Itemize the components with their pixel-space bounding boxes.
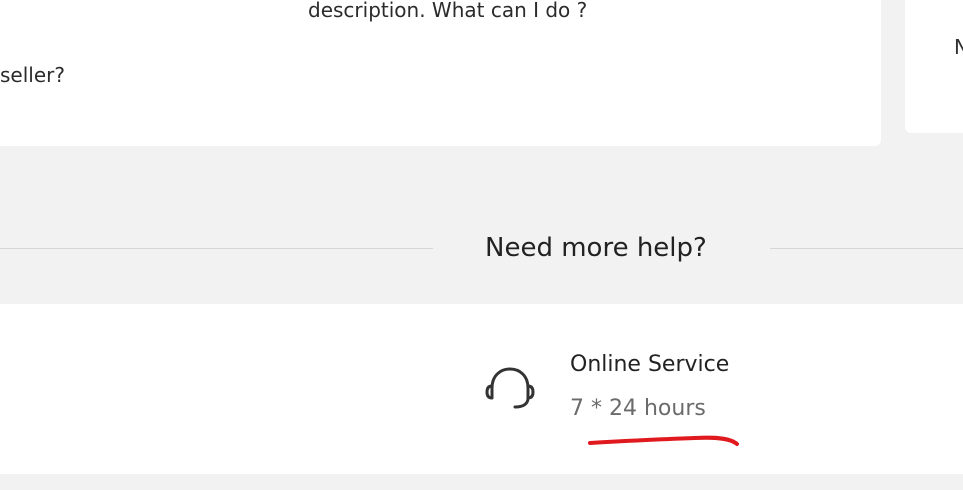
need-more-help-divider: Need more help? <box>0 225 963 271</box>
side-card: N <box>905 0 963 133</box>
red-underline-annotation <box>588 435 739 446</box>
bottom-strip <box>0 474 963 490</box>
section-title: Need more help? <box>485 233 707 263</box>
help-page: description. What can I do ? seller? N N… <box>0 0 963 490</box>
headset-icon <box>485 367 535 409</box>
faq-question-fragment[interactable]: seller? <box>0 65 65 85</box>
divider-line-right <box>770 248 963 249</box>
faq-question-fragment[interactable]: description. What can I do ? <box>308 0 587 20</box>
online-service-item[interactable]: Online Service 7 * 24 hours <box>485 344 785 444</box>
service-hours: 7 * 24 hours <box>570 396 706 421</box>
service-band: Online Service 7 * 24 hours <box>0 304 963 474</box>
faq-card: description. What can I do ? seller? <box>0 0 881 146</box>
service-title: Online Service <box>570 352 730 377</box>
side-card-text: N <box>954 35 963 59</box>
divider-line-left <box>0 248 433 249</box>
